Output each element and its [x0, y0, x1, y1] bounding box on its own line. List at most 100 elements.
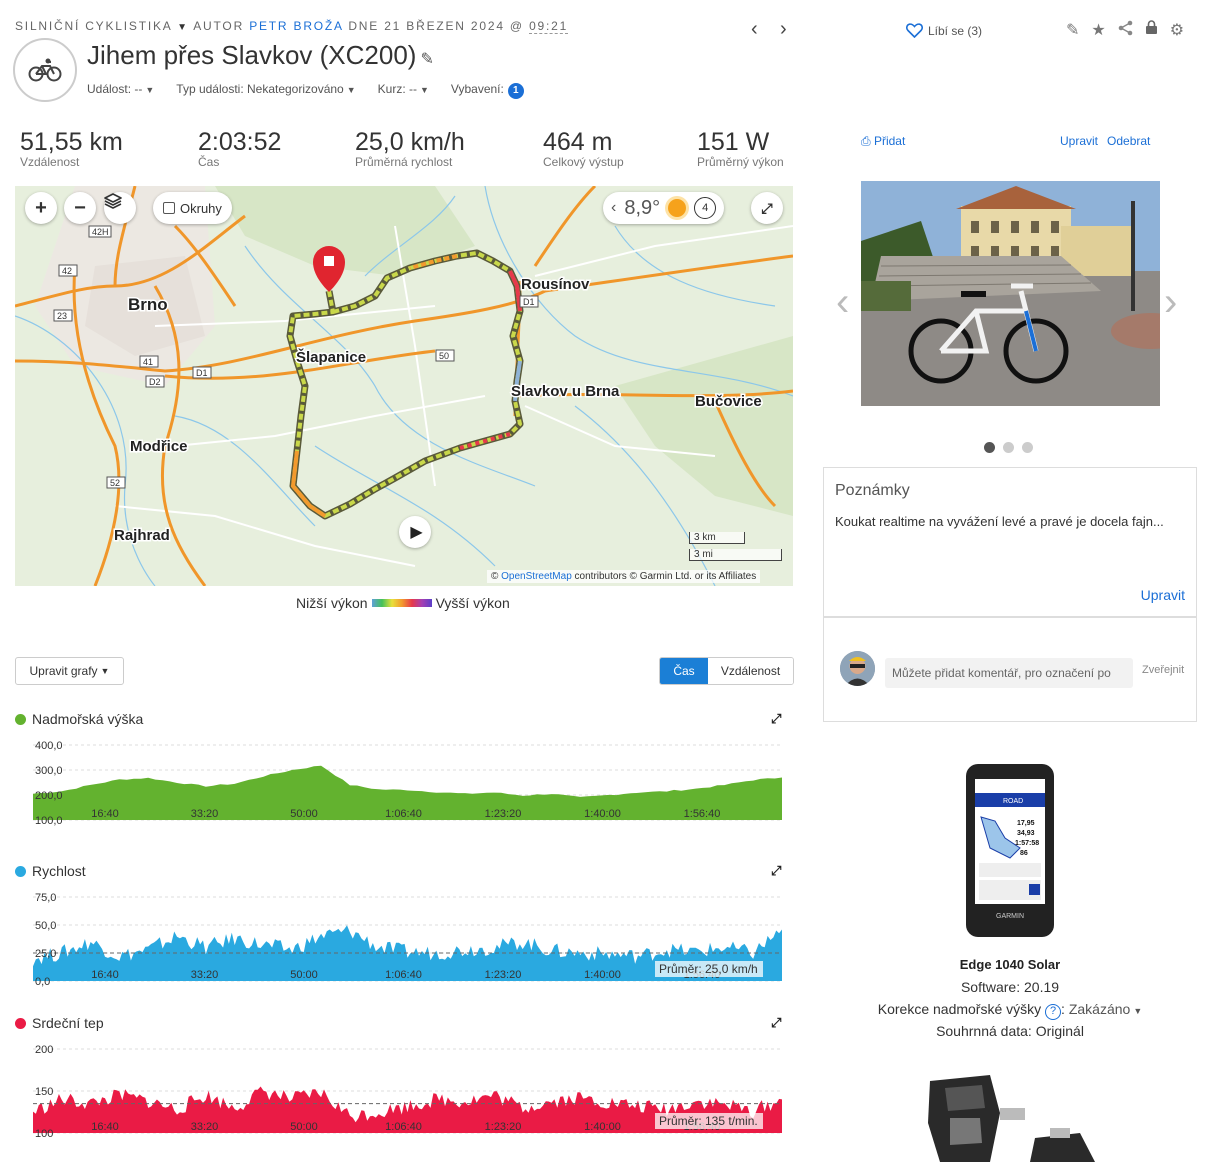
gear-label: Vybavení: — [450, 82, 504, 96]
temperature-value: 8,9° — [624, 196, 661, 219]
segments-checkbox[interactable] — [163, 202, 175, 214]
event-dropdown[interactable]: Událost: -- ▼ — [87, 82, 154, 99]
road-label: D2 — [149, 377, 161, 387]
caret-down-icon: ▼ — [145, 85, 155, 95]
star-icon[interactable]: ★ — [1091, 20, 1105, 41]
zoom-out-button[interactable]: − — [64, 192, 96, 224]
stat-elevation-gain: 464 m Celkový výstup — [543, 128, 624, 169]
elevation-correction-dropdown[interactable]: Zakázáno ▼ — [1069, 1001, 1142, 1017]
previous-activity-icon[interactable]: ‹ — [751, 18, 758, 41]
device-screen-value: 17,95 — [1017, 820, 1035, 827]
chevron-left-icon[interactable]: ‹ — [611, 199, 616, 217]
route-map[interactable]: 42H 42 23 41 D2 D1 D1 50 52 Brno Šlapani… — [15, 186, 793, 586]
edit-graphs-label: Upravit grafy — [29, 664, 98, 678]
heart-rate-chart[interactable]: 200 150 100 16:40 33:20 50:00 1:06:40 1:23:20 1:… — [15, 1039, 785, 1139]
road-label: D1 — [523, 297, 535, 307]
author-link[interactable]: PETR BROŽA — [249, 19, 343, 33]
photo-prev-icon[interactable]: ‹ — [836, 280, 849, 325]
speed-chart[interactable]: 75,0 50,0 25,0 0,0 16:40 33:20 50:00 1:06:40 1:2… — [15, 887, 785, 987]
avatar[interactable] — [840, 651, 875, 686]
x-tick-label: 33:20 — [191, 1121, 219, 1133]
stat-time: 2:03:52 Čas — [198, 128, 281, 169]
event-label: Událost: -- — [87, 82, 143, 96]
comment-input[interactable]: Můžete přidat komentář, pro označení po — [885, 658, 1133, 688]
place-label: Brno — [128, 295, 168, 314]
edit-title-icon[interactable]: ✎ — [420, 51, 433, 68]
remove-photo-link[interactable]: Odebrat — [1107, 134, 1150, 148]
heart-rate-chart-title: Srdeční tep — [15, 1015, 104, 1031]
zoom-in-button[interactable]: + — [25, 192, 57, 224]
device-name[interactable]: Edge 1040 Solar — [823, 957, 1197, 972]
pagination-dot[interactable] — [984, 442, 995, 453]
next-activity-icon[interactable]: › — [780, 18, 787, 41]
activity-title[interactable]: Jihem přes Slavkov (XC200) — [87, 40, 416, 70]
place-label: Šlapanice — [296, 348, 366, 366]
gear-link[interactable]: Vybavení: 1 — [451, 82, 524, 99]
play-route-button[interactable]: ▶ — [399, 516, 431, 548]
attribution-text: contributors © Garmin Ltd. or its Affili… — [574, 571, 757, 582]
notes-text[interactable]: Koukat realtime na vyvážení levé a pravé… — [835, 511, 1180, 533]
layers-icon — [104, 193, 122, 209]
fullscreen-button[interactable]: ⤢ — [751, 192, 783, 224]
segments-toggle[interactable]: Okruhy — [153, 192, 232, 224]
road-label: 50 — [439, 351, 449, 361]
pagination-dot[interactable] — [1003, 442, 1014, 453]
photo-next-icon[interactable]: › — [1164, 280, 1177, 325]
add-photo-button[interactable]: ⎙ Přidat — [861, 134, 905, 149]
place-label: Modřice — [130, 438, 188, 455]
x-tick-label: 1:23:20 — [485, 1121, 522, 1133]
notes-title: Poznámky — [835, 482, 910, 499]
road-label: 41 — [143, 357, 153, 367]
y-tick-label: 100 — [35, 1128, 53, 1139]
like-button[interactable]: Líbí se (3) — [906, 23, 982, 38]
pagination-dot[interactable] — [1022, 442, 1033, 453]
average-label: Průměr: 25,0 km/h — [655, 961, 763, 977]
caret-down-icon: ▼ — [419, 85, 429, 95]
y-tick-label: 50,0 — [35, 920, 56, 932]
road-label: 23 — [57, 311, 67, 321]
heart-rate-dot — [15, 1017, 26, 1029]
date-prefix: DNE 21 BŘEZEN 2024 @ — [348, 19, 524, 33]
openstreetmap-link[interactable]: OpenStreetMap — [501, 571, 572, 582]
scale-mi: 3 mi — [689, 549, 782, 561]
activity-photo[interactable] — [861, 181, 1160, 406]
chart-title-text: Srdeční tep — [32, 1015, 104, 1031]
stat-distance: 51,55 km Vzdálenost — [20, 128, 123, 169]
lock-icon[interactable] — [1145, 20, 1158, 41]
device-summary: Souhrnná data: Originál — [936, 1023, 1084, 1039]
expand-chart-icon[interactable]: ⤢ — [771, 1015, 781, 1031]
x-tick-label: 1:06:40 — [385, 969, 422, 981]
course-dropdown[interactable]: Kurz: -- ▼ — [378, 82, 429, 99]
layers-button[interactable] — [104, 192, 136, 224]
help-icon[interactable]: ? — [1045, 1004, 1062, 1020]
edit-icon[interactable]: ✎ — [1066, 20, 1079, 41]
heart-icon — [906, 23, 923, 38]
y-tick-label: 200 — [35, 1044, 53, 1056]
activity-type-dropdown-icon[interactable]: ▼ — [177, 22, 189, 33]
device-screen-value: 34,93 — [1017, 830, 1035, 837]
tab-distance[interactable]: Vzdálenost — [708, 658, 793, 684]
event-type-dropdown[interactable]: Typ události: Nekategorizováno ▼ — [176, 82, 355, 99]
publish-comment-button[interactable]: Zveřejnit — [1142, 664, 1184, 676]
expand-chart-icon[interactable]: ⤢ — [771, 711, 781, 727]
expand-chart-icon[interactable]: ⤢ — [771, 863, 781, 879]
road-label: 42H — [92, 227, 109, 237]
elevation-chart[interactable]: 400,0 300,0 200,0 100,0 16:40 33:20 50:00 1:06:… — [15, 735, 785, 830]
x-tick-label: 1:06:40 — [385, 1121, 422, 1133]
gear-icon[interactable]: ⚙ — [1170, 20, 1184, 41]
average-label: Průměr: 135 t/min. — [655, 1113, 763, 1129]
x-axis-toggle: Čas Vzdálenost — [659, 657, 794, 685]
tab-time[interactable]: Čas — [660, 658, 708, 684]
activity-time[interactable]: 09:21 — [529, 19, 569, 34]
y-tick-label: 0,0 — [35, 976, 50, 987]
edit-photo-link[interactable]: Upravit — [1060, 134, 1098, 148]
stat-value: 464 m — [543, 128, 613, 156]
average-label-text: Průměr: 135 t/min. — [659, 1114, 758, 1128]
legend-high-label: Vyšší výkon — [435, 595, 510, 611]
edit-notes-link[interactable]: Upravit — [1141, 587, 1185, 603]
x-tick-label: 50:00 — [290, 969, 318, 981]
edit-graphs-button[interactable]: Upravit grafy ▼ — [15, 657, 124, 685]
y-tick-label: 200,0 — [35, 790, 63, 802]
weather-widget[interactable]: ‹ 8,9° 4 — [603, 192, 725, 224]
share-icon[interactable] — [1118, 20, 1133, 41]
